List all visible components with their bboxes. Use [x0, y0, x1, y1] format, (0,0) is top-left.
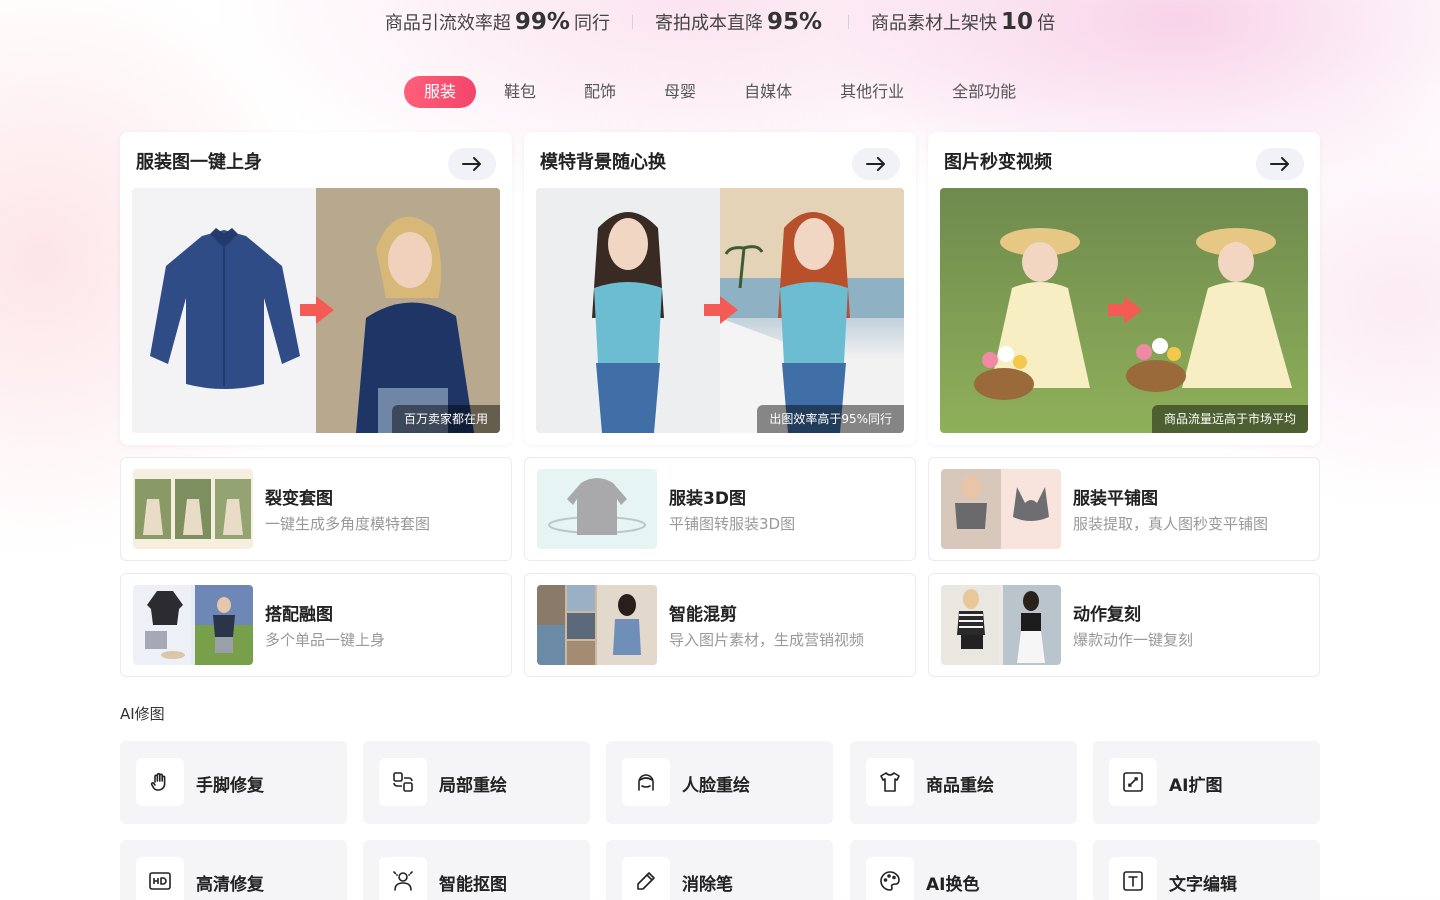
ai-tool-text-edit[interactable]: 文字编辑	[1093, 840, 1320, 900]
tab-self-media[interactable]: 自媒体	[724, 76, 812, 108]
ai-tool-recolor[interactable]: AI换色	[850, 840, 1077, 900]
stat-suffix: 倍	[1037, 13, 1056, 34]
shirt-flatlay-image	[132, 188, 316, 433]
tool-title: 裂变套图	[265, 489, 333, 509]
ai-tool-face-redraw[interactable]: 人脸重绘	[606, 741, 833, 824]
hand-icon	[136, 758, 184, 806]
tool-thumbnail	[537, 469, 657, 549]
ai-tool-label: 商品重绘	[926, 776, 994, 796]
ai-tool-label: 文字编辑	[1169, 875, 1237, 895]
ai-tool-label: 手脚修复	[196, 776, 264, 796]
child-photo	[940, 188, 1124, 433]
ai-tool-label: 消除笔	[682, 875, 733, 895]
ai-tool-label: AI换色	[926, 875, 980, 895]
model-photo: 百万卖家都在用	[316, 188, 500, 433]
tab-maternity[interactable]: 母婴	[644, 76, 716, 108]
feature-card-background-swap[interactable]: 模特背景随心换 出图效率高于95%同行	[524, 132, 916, 445]
face-icon	[622, 758, 670, 806]
ai-tool-label: 智能抠图	[439, 875, 507, 895]
tool-title: 智能混剪	[669, 605, 737, 625]
ai-tool-hd-fix[interactable]: 高清修复	[120, 840, 347, 900]
stat-efficiency: 商品引流效率超 99% 同行	[363, 9, 632, 35]
stat-prefix: 寄拍成本直降	[654, 13, 763, 34]
tool-description: 多个单品一键上身	[265, 631, 386, 649]
tab-clothing[interactable]: 服装	[404, 76, 477, 108]
stat-value: 10	[1001, 9, 1034, 35]
tool-title: 搭配融图	[265, 605, 333, 625]
cutout-icon	[379, 857, 427, 900]
before-after-image: 百万卖家都在用	[132, 188, 500, 433]
feature-card-image-to-video[interactable]: 图片秒变视频 商品流量远高于市场平均	[928, 132, 1320, 445]
expand-icon	[1109, 758, 1157, 806]
stat-cost: 寄拍成本直降 95%	[633, 9, 848, 35]
stat-suffix: 同行	[573, 13, 610, 34]
feature-caption: 商品流量远高于市场平均	[1151, 405, 1308, 433]
tool-card-flat-lay[interactable]: 服装平铺图 服装提取，真人图秒变平铺图	[928, 457, 1320, 561]
tool-description: 导入图片素材，生成营销视频	[669, 631, 865, 649]
partial-redraw-icon	[379, 758, 427, 806]
tool-description: 爆款动作一键复刻	[1073, 631, 1194, 649]
category-tabs: 服装 鞋包 配饰 母婴 自媒体 其他行业 全部功能	[404, 76, 1044, 108]
feature-caption: 出图效率高于95%同行	[757, 405, 904, 433]
arrow-right-icon[interactable]	[852, 148, 900, 180]
transform-arrow-icon	[1108, 296, 1142, 324]
tool-title: 服装3D图	[669, 489, 746, 509]
pen-icon	[622, 857, 670, 900]
ai-tool-expand[interactable]: AI扩图	[1093, 741, 1320, 824]
arrow-right-icon[interactable]	[448, 148, 496, 180]
feature-title: 服装图一键上身	[136, 152, 262, 173]
feature-caption: 百万卖家都在用	[391, 405, 500, 433]
model-plain-background	[536, 188, 720, 433]
tool-card-motion-copy[interactable]: 动作复刻 爆款动作一键复刻	[928, 573, 1320, 677]
ai-tool-hand-foot-fix[interactable]: 手脚修复	[120, 741, 347, 824]
tool-thumbnail	[941, 469, 1061, 549]
ai-tool-label: 局部重绘	[439, 776, 507, 796]
transform-arrow-icon	[704, 296, 738, 324]
tab-other-industries[interactable]: 其他行业	[820, 76, 924, 108]
tool-thumbnail	[941, 585, 1061, 665]
arrow-right-icon[interactable]	[1256, 148, 1304, 180]
ai-tool-smart-cutout[interactable]: 智能抠图	[363, 840, 590, 900]
model-beach-background: 出图效率高于95%同行	[720, 188, 904, 433]
tab-all-features[interactable]: 全部功能	[932, 76, 1036, 108]
tool-card-smart-edit[interactable]: 智能混剪 导入图片素材，生成营销视频	[524, 573, 916, 677]
ai-tool-label: 人脸重绘	[682, 776, 750, 796]
feature-title: 图片秒变视频	[944, 152, 1052, 173]
before-after-image: 出图效率高于95%同行	[536, 188, 904, 433]
tool-description: 一键生成多角度模特套图	[265, 515, 431, 533]
tool-card-fission-set[interactable]: 裂变套图 一键生成多角度模特套图	[120, 457, 512, 561]
tool-card-3d-clothing[interactable]: 服装3D图 平铺图转服装3D图	[524, 457, 916, 561]
tool-thumbnail	[133, 585, 253, 665]
tool-thumbnail	[537, 585, 657, 665]
ai-tool-label: AI扩图	[1169, 776, 1223, 796]
ai-tool-product-redraw[interactable]: 商品重绘	[850, 741, 1077, 824]
ai-tool-eraser-pen[interactable]: 消除笔	[606, 840, 833, 900]
palette-icon	[866, 857, 914, 900]
stat-value: 99%	[514, 9, 570, 35]
stats-bar: 商品引流效率超 99% 同行 寄拍成本直降 95% 商品素材上架快 10 倍	[0, 6, 1440, 38]
stat-value: 95%	[766, 9, 823, 35]
stat-prefix: 商品引流效率超	[384, 13, 511, 34]
feature-card-try-on[interactable]: 服装图一键上身 百万卖家都在用	[120, 132, 512, 445]
tshirt-icon	[866, 758, 914, 806]
tab-shoes-bags[interactable]: 鞋包	[484, 76, 556, 108]
tool-title: 动作复刻	[1073, 605, 1141, 625]
tool-card-outfit-merge[interactable]: 搭配融图 多个单品一键上身	[120, 573, 512, 677]
stat-speed: 商品素材上架快 10 倍	[849, 9, 1077, 35]
tool-description: 平铺图转服装3D图	[669, 515, 796, 533]
tool-thumbnail	[133, 469, 253, 549]
hd-icon	[136, 857, 184, 900]
child-video-frame: 商品流量远高于市场平均	[1124, 188, 1308, 433]
transform-arrow-icon	[300, 296, 334, 324]
ai-tool-partial-redraw[interactable]: 局部重绘	[363, 741, 590, 824]
ai-tool-label: 高清修复	[196, 875, 264, 895]
section-title-ai-retouch: AI修图	[120, 705, 165, 723]
tool-description: 服装提取，真人图秒变平铺图	[1073, 515, 1269, 533]
tool-title: 服装平铺图	[1073, 489, 1158, 509]
before-after-image: 商品流量远高于市场平均	[940, 188, 1308, 433]
stat-prefix: 商品素材上架快	[871, 13, 998, 34]
feature-title: 模特背景随心换	[540, 152, 666, 173]
text-icon	[1109, 857, 1157, 900]
tab-accessories[interactable]: 配饰	[564, 76, 636, 108]
